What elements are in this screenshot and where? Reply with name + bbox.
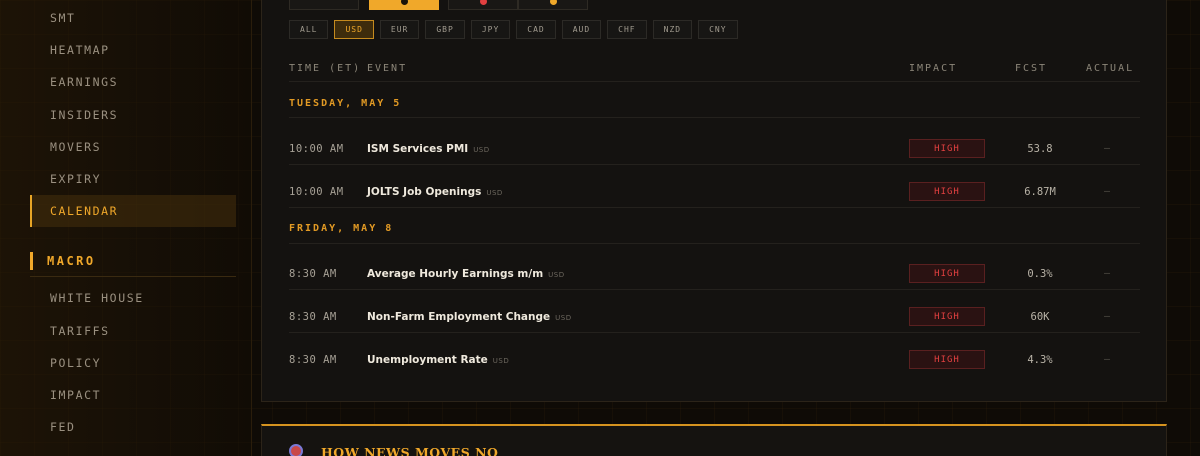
table-row[interactable]: 8:30 AM Average Hourly Earnings m/m USD H…: [289, 254, 1140, 297]
sidebar-item-tariffs[interactable]: TARIFFS: [30, 315, 236, 347]
divider: [289, 81, 1140, 82]
currency-button-nzd[interactable]: NZD: [652, 20, 693, 39]
event-forecast: 6.87M: [1024, 186, 1056, 198]
sidebar-item-smt[interactable]: SMT: [30, 2, 236, 34]
event-currency: USD: [486, 189, 503, 197]
impact-dot-icon: [400, 0, 408, 5]
event-name: Average Hourly Earnings m/m USD: [367, 268, 565, 280]
table-row[interactable]: 10:00 AM JOLTS Job Openings USD HIGH 6.87…: [289, 172, 1140, 215]
currency-button-cny[interactable]: CNY: [698, 20, 738, 39]
divider: [289, 117, 1140, 118]
table-row[interactable]: 8:30 AM Unemployment Rate USD HIGH 4.3% —: [289, 340, 1140, 383]
section-label: MACRO: [47, 253, 96, 268]
impact-badge: HIGH: [909, 264, 985, 283]
currency-button-aud[interactable]: AUD: [561, 20, 602, 39]
sidebar-item-expiry[interactable]: EXPIRY: [30, 163, 236, 195]
event-time: 10:00 AM: [289, 186, 344, 198]
impact-dot-icon: [479, 0, 487, 5]
column-header-actual: ACTUAL: [1086, 63, 1135, 74]
currency-button-chf[interactable]: CHF: [607, 20, 647, 39]
news-impact-panel: HOW NEWS MOVES NQ: [261, 424, 1167, 456]
event-actual: —: [1103, 268, 1111, 279]
currency-button-gbp[interactable]: GBP: [425, 20, 465, 39]
impact-dot-icon: [549, 0, 557, 5]
table-row[interactable]: 8:30 AM Non-Farm Employment Change USD HI…: [289, 297, 1140, 340]
panel-title: HOW NEWS MOVES NQ: [321, 445, 499, 456]
sidebar-item-calendar[interactable]: CALENDAR: [30, 195, 236, 227]
event-actual: —: [1103, 143, 1111, 154]
target-icon: [289, 444, 303, 456]
sidebar-item-white-house[interactable]: WHITE HOUSE: [30, 282, 236, 314]
divider: [289, 164, 1140, 165]
event-name: Unemployment Rate USD: [367, 354, 510, 366]
currency-button-usd[interactable]: USD: [334, 20, 374, 39]
impact-filter-tab-medium[interactable]: [448, 0, 518, 10]
sidebar-item-earnings[interactable]: EARNINGS: [30, 66, 236, 98]
event-forecast: 60K: [1030, 311, 1050, 323]
event-name: JOLTS Job Openings USD: [367, 186, 503, 198]
impact-filter-tab-all[interactable]: [289, 0, 359, 10]
event-time: 10:00 AM: [289, 143, 344, 155]
sidebar-item-policy[interactable]: POLICY: [30, 347, 236, 379]
event-currency: USD: [473, 146, 490, 154]
impact-filter-tab-low[interactable]: [518, 0, 588, 10]
calendar-panel: ALL USD EUR GBP JPY CAD AUD CHF NZD CNY …: [261, 0, 1167, 402]
sidebar-section-macro[interactable]: MACRO: [30, 245, 236, 277]
impact-badge: HIGH: [909, 182, 985, 201]
currency-button-all[interactable]: ALL: [289, 20, 329, 39]
currency-button-eur[interactable]: EUR: [379, 20, 420, 39]
event-currency: USD: [492, 357, 510, 365]
event-time: 8:30 AM: [289, 354, 337, 366]
sidebar-item-fed[interactable]: FED: [30, 411, 236, 443]
divider: [289, 243, 1140, 244]
currency-button-cad[interactable]: CAD: [516, 20, 556, 39]
column-header-time: TIME (ET): [289, 63, 362, 74]
column-header-impact: IMPACT: [909, 63, 958, 74]
day-header: FRIDAY, MAY 8: [289, 223, 394, 234]
section-marker: [30, 251, 33, 270]
event-actual: —: [1103, 186, 1111, 197]
event-currency: USD: [548, 271, 565, 279]
event-forecast: 4.3%: [1027, 354, 1053, 366]
column-header-event: EVENT: [367, 63, 408, 74]
divider: [289, 332, 1140, 333]
currency-button-jpy[interactable]: JPY: [470, 20, 511, 39]
impact-badge: HIGH: [909, 350, 985, 369]
event-actual: —: [1103, 354, 1111, 365]
event-name: ISM Services PMI USD: [367, 143, 490, 155]
column-header-fcst: FCST: [1015, 63, 1048, 74]
divider: [289, 289, 1140, 290]
sidebar-item-heatmap[interactable]: HEATMAP: [30, 34, 236, 66]
event-actual: —: [1103, 311, 1111, 322]
event-forecast: 53.8: [1027, 143, 1053, 155]
event-time: 8:30 AM: [289, 268, 337, 280]
event-name: Non-Farm Employment Change USD: [367, 311, 572, 323]
divider: [289, 207, 1140, 208]
table-row[interactable]: 10:00 AM ISM Services PMI USD HIGH 53.8 —: [289, 129, 1140, 172]
event-time: 8:30 AM: [289, 311, 337, 323]
event-currency: USD: [555, 314, 572, 322]
day-header: TUESDAY, MAY 5: [289, 98, 402, 109]
impact-badge: HIGH: [909, 139, 985, 158]
event-forecast: 0.3%: [1027, 268, 1053, 280]
sidebar-item-movers[interactable]: MOVERS: [30, 131, 236, 163]
sidebar: SMT HEATMAP EARNINGS INSIDERS MOVERS EXP…: [0, 0, 252, 456]
sidebar-item-insiders[interactable]: INSIDERS: [30, 99, 236, 131]
impact-filter-tab-high[interactable]: [369, 0, 439, 10]
currency-filter-row: ALL USD EUR GBP JPY CAD AUD CHF NZD CNY: [289, 20, 738, 39]
sidebar-item-impact[interactable]: IMPACT: [30, 379, 236, 411]
impact-badge: HIGH: [909, 307, 985, 326]
